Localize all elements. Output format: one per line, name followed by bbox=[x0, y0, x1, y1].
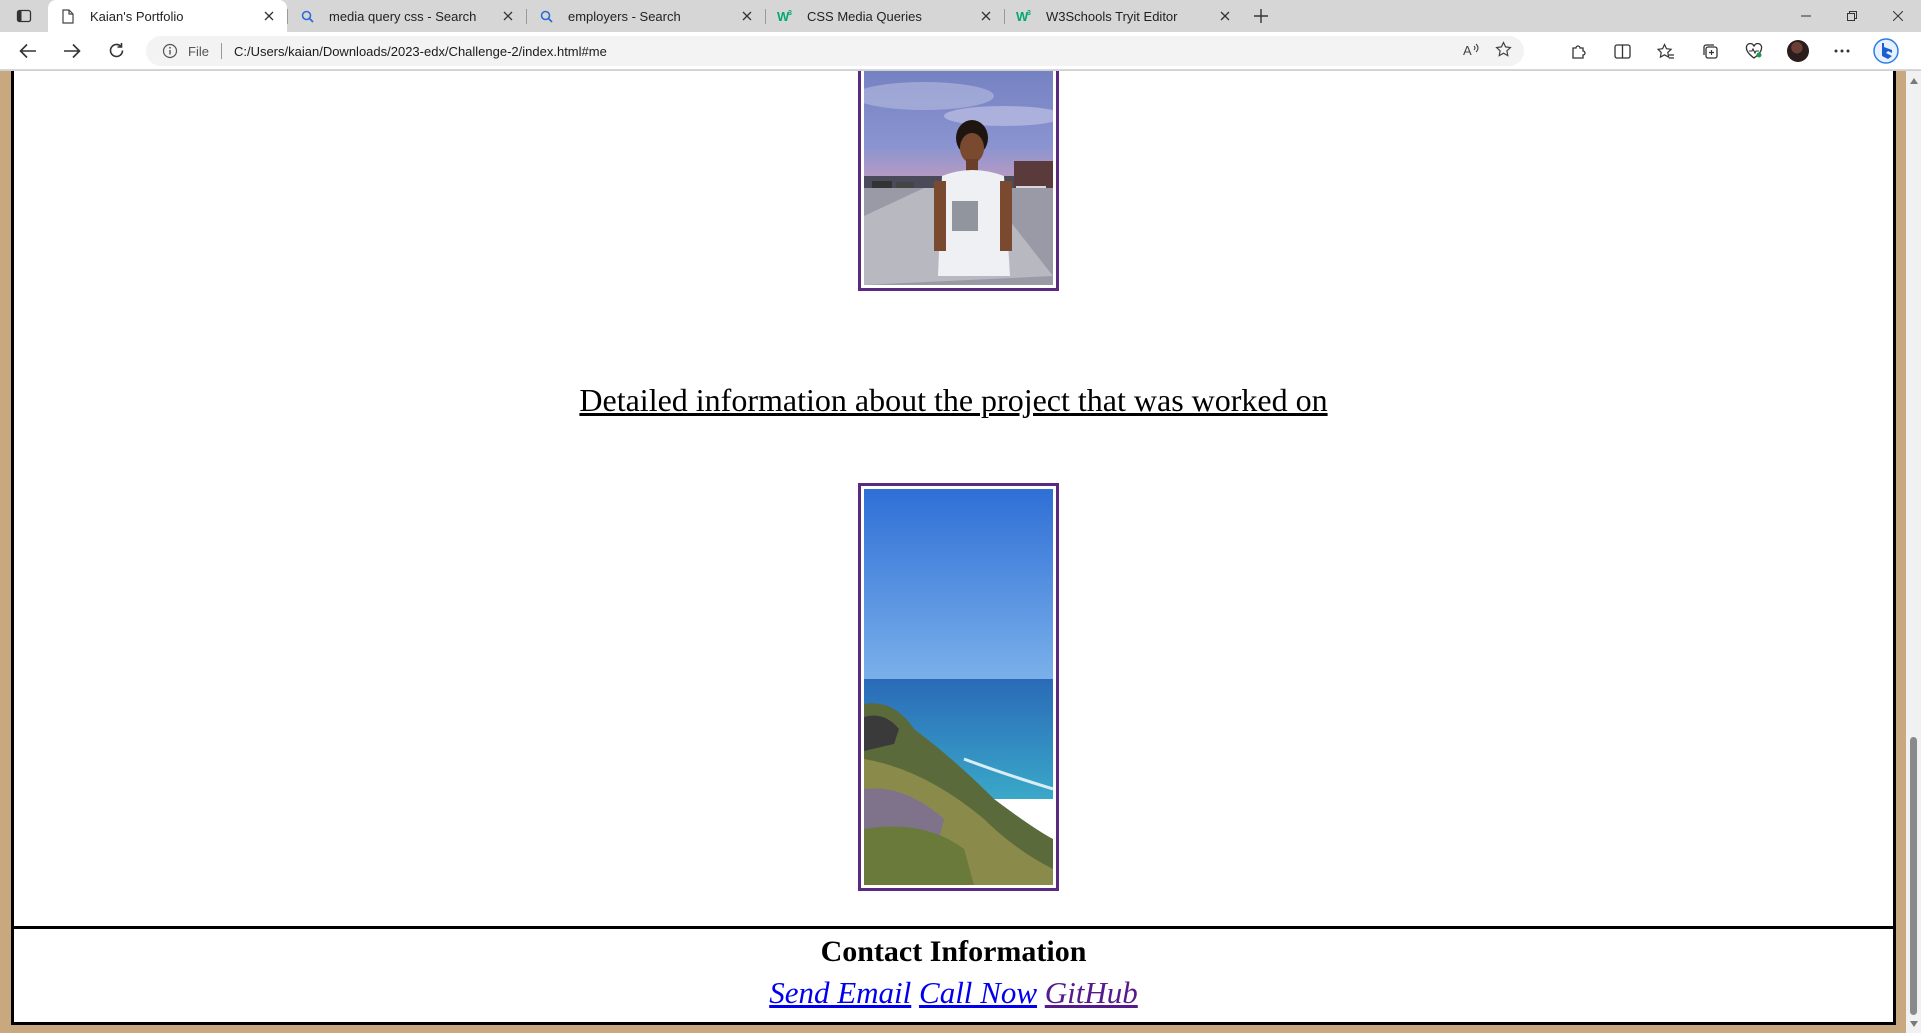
contact-heading: Contact Information bbox=[820, 935, 1087, 968]
url-text[interactable]: C:/Users/kaian/Downloads/2023-edx/Challe… bbox=[234, 44, 607, 59]
close-icon bbox=[1893, 11, 1903, 21]
w3schools-icon: W3 bbox=[1016, 8, 1032, 24]
window-controls bbox=[1783, 0, 1921, 32]
github-link[interactable]: GitHub bbox=[1045, 975, 1138, 1010]
forward-button[interactable] bbox=[50, 32, 94, 70]
svg-text:A: A bbox=[1463, 43, 1472, 58]
tab-strip: Kaian's Portfolio media query css - Sear… bbox=[0, 0, 1921, 32]
tab-kaians-portfolio[interactable]: Kaian's Portfolio bbox=[48, 0, 287, 32]
more-dots-icon bbox=[1834, 49, 1850, 53]
project-photo bbox=[858, 483, 1059, 891]
plus-icon bbox=[1254, 9, 1268, 23]
tab-actions-icon bbox=[16, 9, 32, 23]
back-arrow-icon bbox=[19, 43, 36, 58]
close-tab-icon[interactable] bbox=[261, 8, 277, 24]
split-screen-icon bbox=[1613, 43, 1631, 59]
collections-icon bbox=[1702, 43, 1718, 59]
back-button[interactable] bbox=[6, 32, 50, 70]
page-icon bbox=[60, 8, 76, 24]
tab-w3schools-tryit-editor[interactable]: W3 W3Schools Tryit Editor bbox=[1004, 0, 1243, 32]
coastline-photo bbox=[864, 489, 1054, 885]
settings-more-button[interactable] bbox=[1820, 32, 1864, 70]
bing-copilot-button[interactable] bbox=[1864, 32, 1908, 70]
favorites-button[interactable] bbox=[1644, 32, 1688, 70]
send-email-link[interactable]: Send Email bbox=[769, 975, 911, 1010]
project-description[interactable]: Detailed information about the project t… bbox=[14, 382, 1893, 419]
profile-photo bbox=[854, 71, 1064, 291]
address-divider bbox=[220, 43, 222, 59]
scroll-down-arrow-icon[interactable] bbox=[1906, 1016, 1921, 1031]
restore-button[interactable] bbox=[1829, 0, 1875, 32]
minimize-icon bbox=[1801, 15, 1811, 17]
tab-title: media query css - Search bbox=[329, 8, 477, 24]
close-window-button[interactable] bbox=[1875, 0, 1921, 32]
split-screen-button[interactable] bbox=[1600, 32, 1644, 70]
heart-pulse-icon bbox=[1745, 43, 1763, 59]
search-icon bbox=[538, 8, 554, 24]
scroll-up-arrow-icon[interactable] bbox=[1906, 73, 1921, 88]
tab-title: W3Schools Tryit Editor bbox=[1046, 8, 1178, 24]
tab-actions-button[interactable] bbox=[0, 0, 48, 32]
about-me-section: Detailed information about the project t… bbox=[11, 71, 1896, 986]
profile-button[interactable] bbox=[1776, 32, 1820, 70]
close-tab-icon[interactable] bbox=[500, 8, 516, 24]
minimize-button[interactable] bbox=[1783, 0, 1829, 32]
favorite-star-icon[interactable] bbox=[1495, 41, 1512, 61]
tab-css-media-queries[interactable]: W3 CSS Media Queries bbox=[765, 0, 1004, 32]
svg-text:3: 3 bbox=[788, 10, 792, 17]
refresh-icon bbox=[109, 43, 123, 58]
extensions-button[interactable] bbox=[1556, 32, 1600, 70]
person-photo bbox=[854, 71, 1064, 285]
collections-button[interactable] bbox=[1688, 32, 1732, 70]
tab-title: CSS Media Queries bbox=[807, 8, 922, 24]
avatar bbox=[1787, 40, 1809, 62]
close-tab-icon[interactable] bbox=[1217, 8, 1233, 24]
close-tab-icon[interactable] bbox=[739, 8, 755, 24]
w3schools-icon: W3 bbox=[777, 8, 793, 24]
forward-arrow-icon bbox=[64, 43, 81, 58]
contact-footer: Contact Information Send Email Call Now … bbox=[11, 926, 1896, 1025]
bing-icon bbox=[1873, 38, 1899, 64]
page-viewport: Detailed information about the project t… bbox=[0, 71, 1906, 1033]
close-tab-icon[interactable] bbox=[978, 8, 994, 24]
vertical-scrollbar[interactable] bbox=[1906, 71, 1921, 1033]
scrollbar-thumb[interactable] bbox=[1910, 737, 1917, 1015]
tab-employers-search[interactable]: employers - Search bbox=[526, 0, 765, 32]
address-bar[interactable]: File C:/Users/kaian/Downloads/2023-edx/C… bbox=[146, 36, 1524, 66]
tab-title: Kaian's Portfolio bbox=[90, 8, 184, 24]
favorites-icon bbox=[1657, 42, 1674, 59]
contact-links: Send Email Call Now GitHub bbox=[14, 975, 1893, 1011]
read-aloud-icon[interactable]: A bbox=[1463, 42, 1481, 61]
new-tab-button[interactable] bbox=[1243, 0, 1279, 32]
restore-icon bbox=[1847, 11, 1857, 21]
info-icon[interactable] bbox=[162, 43, 182, 59]
tab-title: employers - Search bbox=[568, 8, 681, 24]
call-now-link[interactable]: Call Now bbox=[919, 975, 1037, 1010]
puzzle-icon bbox=[1571, 44, 1586, 59]
refresh-button[interactable] bbox=[94, 32, 138, 70]
search-icon bbox=[299, 8, 315, 24]
site-scheme-label: File bbox=[188, 43, 209, 59]
svg-text:3: 3 bbox=[1027, 10, 1031, 17]
toolbar-actions bbox=[1556, 32, 1908, 70]
address-actions: A bbox=[1463, 36, 1512, 66]
browser-essentials-button[interactable] bbox=[1732, 32, 1776, 70]
tab-media-query-search[interactable]: media query css - Search bbox=[287, 0, 526, 32]
